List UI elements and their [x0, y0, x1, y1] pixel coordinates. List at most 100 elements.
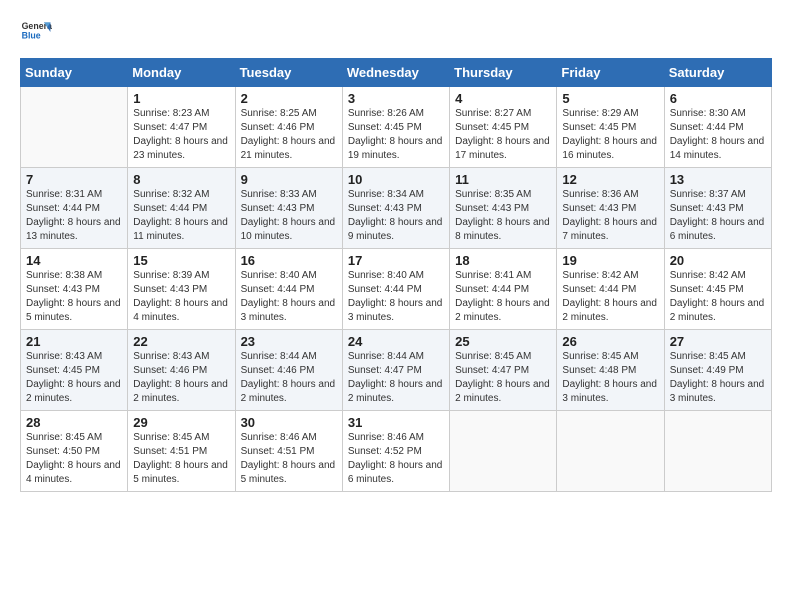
day-info: Sunrise: 8:43 AM Sunset: 4:46 PM Dayligh… [133, 350, 229, 406]
day-number: 19 [562, 253, 658, 268]
weekday-header-friday: Friday [557, 59, 664, 87]
day-info: Sunrise: 8:46 AM Sunset: 4:52 PM Dayligh… [348, 431, 444, 487]
calendar-cell: 7Sunrise: 8:31 AM Sunset: 4:44 PM Daylig… [21, 168, 128, 249]
calendar-cell: 12Sunrise: 8:36 AM Sunset: 4:43 PM Dayli… [557, 168, 664, 249]
day-number: 16 [241, 253, 337, 268]
calendar-cell: 25Sunrise: 8:45 AM Sunset: 4:47 PM Dayli… [450, 330, 557, 411]
day-info: Sunrise: 8:42 AM Sunset: 4:45 PM Dayligh… [670, 269, 766, 325]
weekday-header-thursday: Thursday [450, 59, 557, 87]
day-number: 23 [241, 334, 337, 349]
calendar-header-row: SundayMondayTuesdayWednesdayThursdayFrid… [21, 59, 772, 87]
day-info: Sunrise: 8:40 AM Sunset: 4:44 PM Dayligh… [241, 269, 337, 325]
day-info: Sunrise: 8:45 AM Sunset: 4:49 PM Dayligh… [670, 350, 766, 406]
calendar-cell: 1Sunrise: 8:23 AM Sunset: 4:47 PM Daylig… [128, 87, 235, 168]
day-number: 13 [670, 172, 766, 187]
day-number: 28 [26, 415, 122, 430]
calendar-cell: 9Sunrise: 8:33 AM Sunset: 4:43 PM Daylig… [235, 168, 342, 249]
calendar-cell: 21Sunrise: 8:43 AM Sunset: 4:45 PM Dayli… [21, 330, 128, 411]
calendar-cell: 31Sunrise: 8:46 AM Sunset: 4:52 PM Dayli… [342, 411, 449, 492]
day-info: Sunrise: 8:25 AM Sunset: 4:46 PM Dayligh… [241, 107, 337, 163]
calendar-cell: 14Sunrise: 8:38 AM Sunset: 4:43 PM Dayli… [21, 249, 128, 330]
day-info: Sunrise: 8:44 AM Sunset: 4:47 PM Dayligh… [348, 350, 444, 406]
logo-icon: General Blue [20, 16, 52, 48]
day-number: 17 [348, 253, 444, 268]
logo: General Blue [20, 16, 56, 48]
page: General Blue SundayMondayTuesdayWednesda… [0, 0, 792, 612]
day-number: 2 [241, 91, 337, 106]
day-info: Sunrise: 8:23 AM Sunset: 4:47 PM Dayligh… [133, 107, 229, 163]
day-info: Sunrise: 8:33 AM Sunset: 4:43 PM Dayligh… [241, 188, 337, 244]
weekday-header-tuesday: Tuesday [235, 59, 342, 87]
calendar-cell: 3Sunrise: 8:26 AM Sunset: 4:45 PM Daylig… [342, 87, 449, 168]
day-info: Sunrise: 8:43 AM Sunset: 4:45 PM Dayligh… [26, 350, 122, 406]
day-info: Sunrise: 8:26 AM Sunset: 4:45 PM Dayligh… [348, 107, 444, 163]
day-info: Sunrise: 8:46 AM Sunset: 4:51 PM Dayligh… [241, 431, 337, 487]
calendar-cell: 30Sunrise: 8:46 AM Sunset: 4:51 PM Dayli… [235, 411, 342, 492]
day-number: 30 [241, 415, 337, 430]
day-info: Sunrise: 8:29 AM Sunset: 4:45 PM Dayligh… [562, 107, 658, 163]
weekday-header-saturday: Saturday [664, 59, 771, 87]
calendar-cell: 10Sunrise: 8:34 AM Sunset: 4:43 PM Dayli… [342, 168, 449, 249]
day-number: 3 [348, 91, 444, 106]
calendar-cell: 16Sunrise: 8:40 AM Sunset: 4:44 PM Dayli… [235, 249, 342, 330]
day-info: Sunrise: 8:32 AM Sunset: 4:44 PM Dayligh… [133, 188, 229, 244]
day-info: Sunrise: 8:27 AM Sunset: 4:45 PM Dayligh… [455, 107, 551, 163]
calendar-cell [557, 411, 664, 492]
day-number: 15 [133, 253, 229, 268]
calendar-week-row: 21Sunrise: 8:43 AM Sunset: 4:45 PM Dayli… [21, 330, 772, 411]
day-info: Sunrise: 8:45 AM Sunset: 4:47 PM Dayligh… [455, 350, 551, 406]
calendar-cell: 8Sunrise: 8:32 AM Sunset: 4:44 PM Daylig… [128, 168, 235, 249]
calendar-cell: 15Sunrise: 8:39 AM Sunset: 4:43 PM Dayli… [128, 249, 235, 330]
calendar-week-row: 14Sunrise: 8:38 AM Sunset: 4:43 PM Dayli… [21, 249, 772, 330]
day-info: Sunrise: 8:37 AM Sunset: 4:43 PM Dayligh… [670, 188, 766, 244]
calendar-cell: 5Sunrise: 8:29 AM Sunset: 4:45 PM Daylig… [557, 87, 664, 168]
calendar-week-row: 28Sunrise: 8:45 AM Sunset: 4:50 PM Dayli… [21, 411, 772, 492]
day-number: 5 [562, 91, 658, 106]
weekday-header-monday: Monday [128, 59, 235, 87]
day-number: 24 [348, 334, 444, 349]
day-info: Sunrise: 8:41 AM Sunset: 4:44 PM Dayligh… [455, 269, 551, 325]
day-number: 27 [670, 334, 766, 349]
day-info: Sunrise: 8:30 AM Sunset: 4:44 PM Dayligh… [670, 107, 766, 163]
day-info: Sunrise: 8:38 AM Sunset: 4:43 PM Dayligh… [26, 269, 122, 325]
calendar-cell [450, 411, 557, 492]
day-number: 25 [455, 334, 551, 349]
day-info: Sunrise: 8:34 AM Sunset: 4:43 PM Dayligh… [348, 188, 444, 244]
weekday-header-wednesday: Wednesday [342, 59, 449, 87]
day-number: 29 [133, 415, 229, 430]
calendar-cell [21, 87, 128, 168]
calendar-cell: 6Sunrise: 8:30 AM Sunset: 4:44 PM Daylig… [664, 87, 771, 168]
day-info: Sunrise: 8:45 AM Sunset: 4:50 PM Dayligh… [26, 431, 122, 487]
day-info: Sunrise: 8:39 AM Sunset: 4:43 PM Dayligh… [133, 269, 229, 325]
calendar-cell: 28Sunrise: 8:45 AM Sunset: 4:50 PM Dayli… [21, 411, 128, 492]
calendar-week-row: 7Sunrise: 8:31 AM Sunset: 4:44 PM Daylig… [21, 168, 772, 249]
day-info: Sunrise: 8:42 AM Sunset: 4:44 PM Dayligh… [562, 269, 658, 325]
day-number: 9 [241, 172, 337, 187]
day-number: 8 [133, 172, 229, 187]
calendar-cell: 27Sunrise: 8:45 AM Sunset: 4:49 PM Dayli… [664, 330, 771, 411]
day-info: Sunrise: 8:45 AM Sunset: 4:51 PM Dayligh… [133, 431, 229, 487]
calendar-cell: 2Sunrise: 8:25 AM Sunset: 4:46 PM Daylig… [235, 87, 342, 168]
day-info: Sunrise: 8:36 AM Sunset: 4:43 PM Dayligh… [562, 188, 658, 244]
day-info: Sunrise: 8:31 AM Sunset: 4:44 PM Dayligh… [26, 188, 122, 244]
day-info: Sunrise: 8:45 AM Sunset: 4:48 PM Dayligh… [562, 350, 658, 406]
calendar-cell: 24Sunrise: 8:44 AM Sunset: 4:47 PM Dayli… [342, 330, 449, 411]
calendar-cell: 13Sunrise: 8:37 AM Sunset: 4:43 PM Dayli… [664, 168, 771, 249]
day-number: 12 [562, 172, 658, 187]
calendar-table: SundayMondayTuesdayWednesdayThursdayFrid… [20, 58, 772, 492]
svg-text:Blue: Blue [22, 30, 41, 40]
day-info: Sunrise: 8:40 AM Sunset: 4:44 PM Dayligh… [348, 269, 444, 325]
calendar-cell: 11Sunrise: 8:35 AM Sunset: 4:43 PM Dayli… [450, 168, 557, 249]
day-number: 1 [133, 91, 229, 106]
calendar-cell: 26Sunrise: 8:45 AM Sunset: 4:48 PM Dayli… [557, 330, 664, 411]
calendar-cell: 18Sunrise: 8:41 AM Sunset: 4:44 PM Dayli… [450, 249, 557, 330]
calendar-week-row: 1Sunrise: 8:23 AM Sunset: 4:47 PM Daylig… [21, 87, 772, 168]
calendar-cell: 22Sunrise: 8:43 AM Sunset: 4:46 PM Dayli… [128, 330, 235, 411]
calendar-cell: 17Sunrise: 8:40 AM Sunset: 4:44 PM Dayli… [342, 249, 449, 330]
day-number: 31 [348, 415, 444, 430]
calendar-cell [664, 411, 771, 492]
day-number: 22 [133, 334, 229, 349]
header: General Blue [20, 16, 772, 48]
calendar-cell: 19Sunrise: 8:42 AM Sunset: 4:44 PM Dayli… [557, 249, 664, 330]
calendar-cell: 20Sunrise: 8:42 AM Sunset: 4:45 PM Dayli… [664, 249, 771, 330]
